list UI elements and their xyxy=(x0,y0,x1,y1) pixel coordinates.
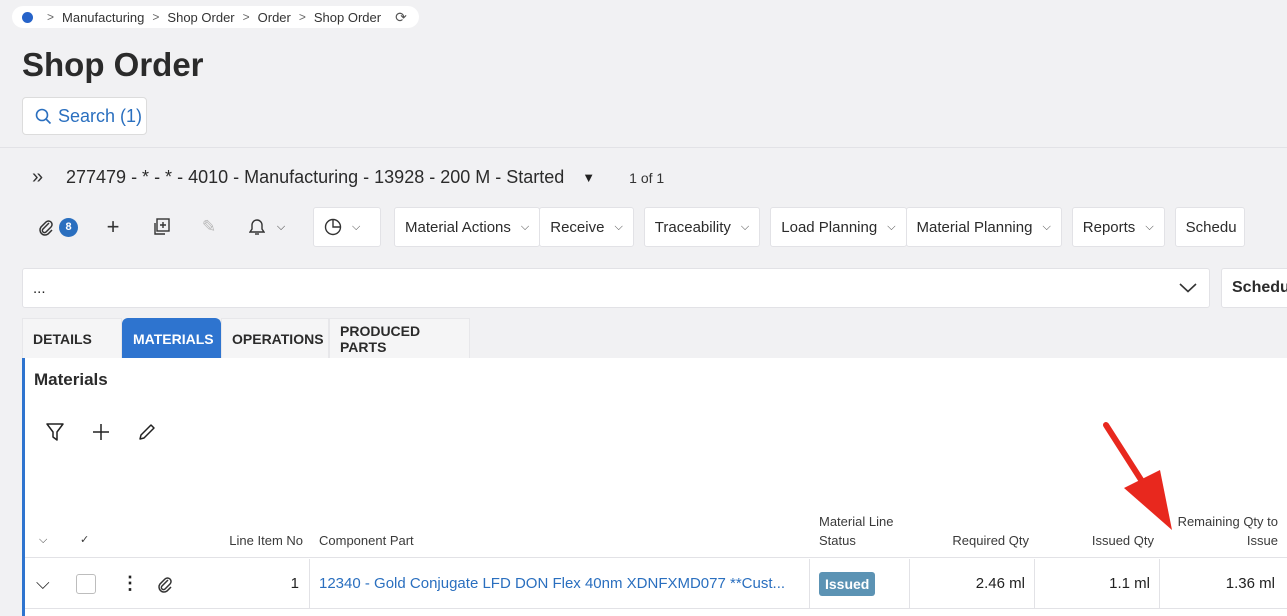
chevron-down-icon: ⌵ xyxy=(740,220,750,233)
schedule-button[interactable]: Schedu xyxy=(1174,207,1245,247)
attachments-count-badge: 8 xyxy=(59,217,78,237)
bell-icon[interactable] xyxy=(245,208,269,246)
chevron-down-icon: ⌵ xyxy=(887,220,896,233)
column-divider xyxy=(1034,559,1035,608)
row-select-checkbox[interactable] xyxy=(76,559,96,608)
duplicate-icon[interactable] xyxy=(149,208,173,246)
receive-button[interactable]: Receive ⌵ xyxy=(539,207,634,247)
column-material-line-status[interactable]: Material Line Status xyxy=(819,512,909,550)
tab-produced-parts[interactable]: PRODUCED PARTS xyxy=(329,318,470,358)
table-row[interactable]: ⌵ ⋮ 1 12340 - Gold Conjugate LFD DON Fle… xyxy=(25,559,1287,609)
edit-icon[interactable]: ✎ xyxy=(197,208,221,246)
material-actions-label: Material Actions xyxy=(405,218,511,236)
analytics-dropdown[interactable]: ⌵ xyxy=(313,207,381,247)
chevron-down-icon xyxy=(1179,283,1197,293)
expand-navigator-icon[interactable]: » xyxy=(32,166,52,189)
component-part-link[interactable]: 12340 - Gold Conjugate LFD DON Flex 40nm… xyxy=(319,559,797,608)
materials-grid-header: ⌵ ✓ Line Item No Component Part Material… xyxy=(25,504,1287,558)
expand-all-icon[interactable]: ⌵ xyxy=(39,531,47,550)
attachment-icon[interactable] xyxy=(36,208,56,246)
cell-issued-qty: 1.1 ml xyxy=(1109,575,1150,592)
home-icon[interactable] xyxy=(22,11,33,23)
header-divider xyxy=(0,147,1287,148)
column-divider xyxy=(809,559,810,608)
search-label: Search (1) xyxy=(58,105,143,126)
schedule-panel-header[interactable]: Schedu xyxy=(1221,268,1287,308)
breadcrumb-item-shop-order[interactable]: Shop Order xyxy=(167,10,234,25)
breadcrumb-separator: > xyxy=(47,10,55,24)
record-count: 1 of 1 xyxy=(629,169,665,186)
search-icon xyxy=(35,108,52,124)
command-toolbar: 8 + ✎ ⌵ ⌵ Material Actions ⌵ Receive ⌵ Tra… xyxy=(36,207,1245,247)
receive-label: Receive xyxy=(550,218,605,236)
refresh-icon[interactable]: ⟳ xyxy=(395,9,407,26)
record-selector: » 277479 - * - * - 4010 - Manufacturing … xyxy=(32,166,664,189)
material-planning-button[interactable]: Material Planning ⌵ xyxy=(905,207,1062,247)
breadcrumb-separator: > xyxy=(242,10,250,24)
edit-icon[interactable] xyxy=(137,422,157,442)
breadcrumb-separator: > xyxy=(152,10,160,24)
status-badge: Issued xyxy=(819,571,876,596)
breadcrumb-item-order[interactable]: Order xyxy=(258,10,291,25)
tab-details[interactable]: DETAILS xyxy=(22,318,122,358)
column-divider xyxy=(309,559,310,608)
material-planning-label: Material Planning xyxy=(916,218,1033,236)
more-fields-ellipsis: ... xyxy=(33,279,46,297)
breadcrumb-item-manufacturing[interactable]: Manufacturing xyxy=(62,10,144,25)
traceability-button[interactable]: Traceability ⌵ xyxy=(643,207,761,247)
search-button[interactable]: Search (1) xyxy=(22,97,147,135)
materials-title: Materials xyxy=(34,370,108,389)
more-fields-bar[interactable]: ... xyxy=(22,268,1210,308)
column-divider xyxy=(1159,559,1160,608)
record-title: 277479 - * - * - 4010 - Manufacturing - … xyxy=(66,167,565,187)
column-remaining-qty[interactable]: Remaining Qty to Issue xyxy=(1175,512,1278,550)
column-divider xyxy=(909,559,910,608)
chevron-down-icon[interactable]: ⌵ xyxy=(269,208,293,246)
page-title: Shop Order xyxy=(22,46,204,83)
reports-label: Reports xyxy=(1082,218,1136,236)
cell-required-qty: 2.46 ml xyxy=(975,575,1025,592)
materials-actions xyxy=(45,422,157,442)
breadcrumb-separator: > xyxy=(298,10,306,24)
tab-bar: DETAILS MATERIALS OPERATIONS PRODUCED PA… xyxy=(22,318,470,358)
row-more-icon[interactable]: ⋮ xyxy=(121,559,139,608)
column-required-qty[interactable]: Required Qty xyxy=(925,531,1029,550)
reports-button[interactable]: Reports ⌵ xyxy=(1071,207,1165,247)
tab-materials[interactable]: MATERIALS xyxy=(122,318,221,358)
column-issued-qty[interactable]: Issued Qty xyxy=(1050,531,1154,550)
load-planning-button[interactable]: Load Planning ⌵ xyxy=(770,207,907,247)
cell-remaining-qty: 1.36 ml xyxy=(1225,575,1275,592)
schedule-label: Schedu xyxy=(1185,218,1237,236)
material-actions-button[interactable]: Material Actions ⌵ xyxy=(394,207,541,247)
column-component-part[interactable]: Component Part xyxy=(319,531,414,550)
breadcrumb: > Manufacturing > Shop Order > Order > S… xyxy=(12,6,419,28)
column-line-item-no[interactable]: Line Item No xyxy=(185,531,303,550)
pie-chart-icon xyxy=(324,218,342,236)
add-icon[interactable]: + xyxy=(101,208,125,246)
chevron-down-icon: ⌵ xyxy=(1145,220,1154,233)
cell-line-item-no: 1 xyxy=(290,575,299,592)
breadcrumb-item-current: Shop Order xyxy=(313,9,382,25)
row-expand-icon[interactable]: ⌵ xyxy=(36,559,50,608)
chevron-down-icon: ⌵ xyxy=(520,220,530,233)
record-dropdown-icon[interactable]: ▼ xyxy=(582,170,595,185)
chevron-down-icon: ⌵ xyxy=(352,220,361,233)
select-all-icon[interactable]: ✓ xyxy=(80,531,89,550)
load-planning-label: Load Planning xyxy=(781,218,878,236)
traceability-label: Traceability xyxy=(654,218,731,236)
filter-icon[interactable] xyxy=(45,422,65,442)
chevron-down-icon: ⌵ xyxy=(614,220,623,233)
tab-operations[interactable]: OPERATIONS xyxy=(221,318,329,358)
materials-panel: Materials ⌵ ✓ Line Item No Component Par… xyxy=(22,358,1287,616)
row-attachment-icon[interactable] xyxy=(157,559,173,608)
status-cell: Issued xyxy=(819,559,876,608)
chevron-down-icon: ⌵ xyxy=(1042,220,1051,233)
add-icon[interactable] xyxy=(91,422,111,442)
